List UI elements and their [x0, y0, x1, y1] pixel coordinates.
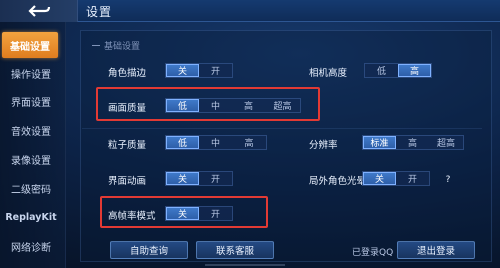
back-arrow-icon — [27, 5, 50, 17]
sidebar-item-recording[interactable]: 录像设置 — [0, 146, 62, 172]
outside-halo-label: 局外角色光晕 — [309, 176, 367, 187]
outside-halo-toggle: 关 开 — [362, 171, 430, 186]
back-button[interactable] — [0, 0, 78, 22]
section-dash — [92, 45, 100, 46]
camera-height-label: 相机高度 — [309, 68, 348, 79]
high-fps-toggle: 关 开 — [165, 206, 233, 221]
graphics-quality-medium[interactable]: 中 — [199, 99, 232, 112]
graphics-quality-label: 画面质量 — [108, 103, 147, 114]
section-header: 基础设置 — [92, 39, 140, 52]
self-check-button[interactable]: 自助查询 — [110, 241, 188, 259]
particle-quality-label: 粒子质量 — [108, 140, 147, 151]
sidebar: 基础设置 操作设置 界面设置 音效设置 录像设置 二级密码 ReplayKit … — [0, 22, 66, 268]
sidebar-item-replaykit[interactable]: ReplayKit — [0, 204, 62, 230]
camera-height-high[interactable]: 高 — [398, 64, 431, 77]
sidebar-item-basic[interactable]: 基础设置 — [2, 32, 58, 58]
section-title: 基础设置 — [104, 42, 141, 52]
ui-animation-on[interactable]: 开 — [199, 172, 232, 185]
role-outline-toggle: 关 开 — [165, 63, 233, 78]
resolution-label: 分辨率 — [309, 140, 338, 151]
resolution-high[interactable]: 高 — [396, 136, 429, 149]
sidebar-item-sound[interactable]: 音效设置 — [0, 117, 62, 143]
sidebar-item-secondary-password[interactable]: 二级密码 — [0, 175, 62, 201]
login-status: 已登录QQ — [352, 248, 394, 258]
particle-quality-high[interactable]: 高 — [232, 136, 266, 149]
settings-screen: 设置 基础设置 操作设置 界面设置 音效设置 录像设置 二级密码 ReplayK… — [0, 0, 500, 268]
ui-animation-off[interactable]: 关 — [166, 172, 199, 185]
ui-animation-toggle: 关 开 — [165, 171, 233, 186]
particle-quality-medium[interactable]: 中 — [199, 136, 232, 149]
ui-animation-label: 界面动画 — [108, 176, 147, 187]
contact-support-button[interactable]: 联系客服 — [196, 241, 274, 259]
sidebar-item-controls[interactable]: 操作设置 — [0, 60, 62, 86]
sidebar-item-interface[interactable]: 界面设置 — [0, 88, 62, 114]
role-outline-on[interactable]: 开 — [199, 64, 232, 77]
row-divider — [82, 128, 482, 129]
high-fps-label: 高帧率模式 — [108, 211, 156, 222]
high-fps-off[interactable]: 关 — [166, 207, 199, 220]
role-outline-label: 角色描边 — [108, 68, 147, 79]
home-indicator — [205, 264, 285, 266]
outside-halo-on[interactable]: 开 — [396, 172, 429, 185]
graphics-quality-low[interactable]: 低 — [166, 99, 199, 112]
graphics-quality-ultra[interactable]: 超高 — [265, 99, 300, 112]
top-bar: 设置 — [0, 0, 500, 22]
high-fps-on[interactable]: 开 — [199, 207, 232, 220]
camera-height-toggle: 低 高 — [364, 63, 432, 78]
role-outline-off[interactable]: 关 — [166, 64, 199, 77]
sidebar-item-network[interactable]: 网络诊断 — [0, 233, 62, 259]
resolution-ultra[interactable]: 超高 — [429, 136, 463, 149]
particle-quality-selector: 低 中 高 — [165, 135, 267, 150]
page-title: 设置 — [86, 5, 113, 19]
logout-button[interactable]: 退出登录 — [397, 241, 475, 259]
graphics-quality-selector: 低 中 高 超高 — [165, 98, 301, 113]
resolution-standard[interactable]: 标准 — [363, 136, 396, 149]
particle-quality-low[interactable]: 低 — [166, 136, 199, 149]
help-icon[interactable]: ? — [442, 174, 454, 186]
resolution-selector: 标准 高 超高 — [362, 135, 464, 150]
camera-height-low[interactable]: 低 — [365, 64, 398, 77]
graphics-quality-high[interactable]: 高 — [232, 99, 265, 112]
outside-halo-off[interactable]: 关 — [363, 172, 396, 185]
